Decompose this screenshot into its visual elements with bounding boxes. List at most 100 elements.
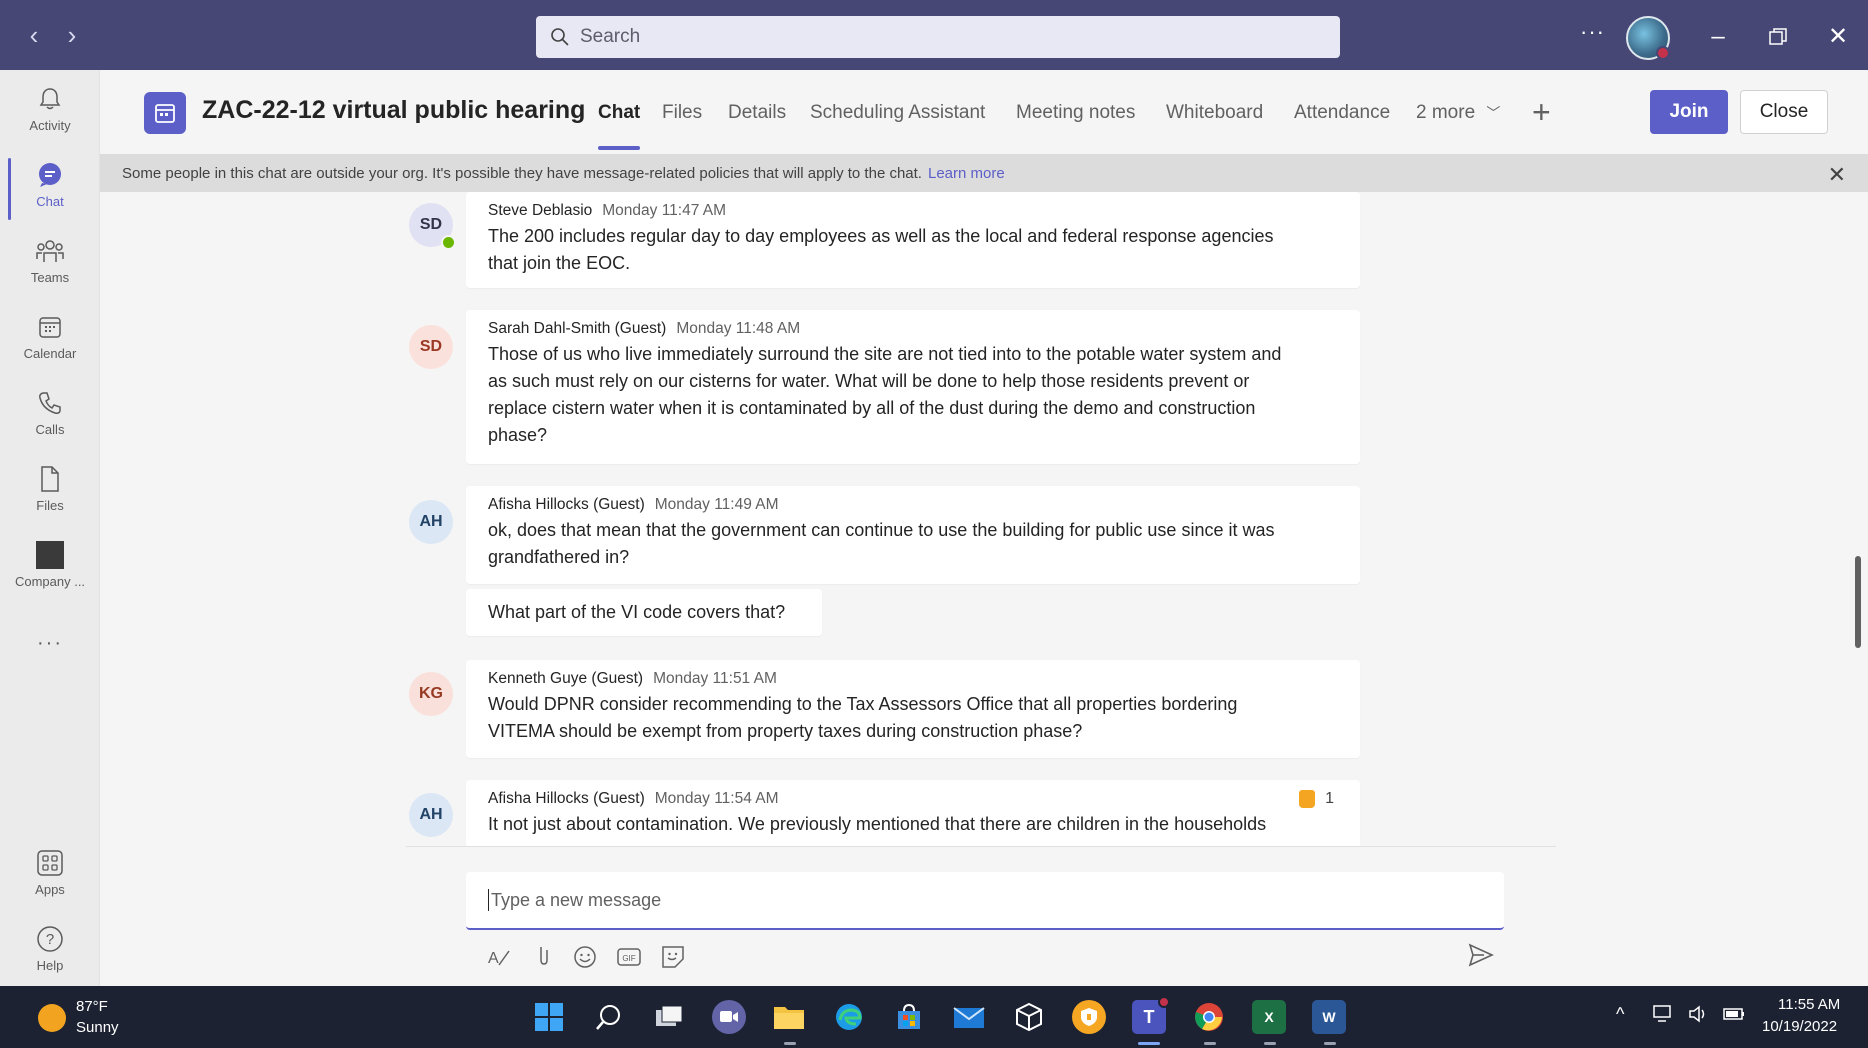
close-window-icon[interactable]: ✕ xyxy=(1820,20,1856,54)
tab-more[interactable]: 2 more ﹀ xyxy=(1416,102,1500,124)
status-dot xyxy=(1656,46,1670,60)
tab-files[interactable]: Files xyxy=(662,102,702,124)
sender-name: Afisha Hillocks (Guest) xyxy=(488,790,645,807)
avatar[interactable]: KG xyxy=(409,672,453,716)
message[interactable]: Afisha Hillocks (Guest) Monday 11:49 AM o… xyxy=(466,486,1360,584)
search-icon xyxy=(551,28,569,46)
meeting-calendar-icon xyxy=(144,92,186,134)
volume-icon[interactable] xyxy=(1688,1004,1710,1029)
store-icon[interactable] xyxy=(892,1000,926,1034)
tab-meeting-notes[interactable]: Meeting notes xyxy=(1016,102,1135,124)
add-tab-plus-icon[interactable]: + xyxy=(1532,94,1551,131)
rail-item-help[interactable]: ? Help xyxy=(0,914,100,984)
back-arrow-icon[interactable]: ‹ xyxy=(22,22,46,52)
emoji-icon[interactable] xyxy=(570,942,600,972)
rail-more-apps[interactable]: ··· xyxy=(0,620,100,656)
svg-text:GIF: GIF xyxy=(622,954,635,963)
tab-scheduling-assistant[interactable]: Scheduling Assistant xyxy=(810,102,985,124)
sticker-icon[interactable] xyxy=(658,942,688,972)
search-input[interactable]: Search xyxy=(536,16,1340,58)
package-app-icon[interactable] xyxy=(1012,1000,1046,1034)
rail-item-files[interactable]: Files xyxy=(0,454,100,524)
running-indicator xyxy=(784,1042,796,1045)
message[interactable]: Steve Deblasio Monday 11:47 AM The 200 in… xyxy=(466,192,1360,288)
tray-chevron-up-icon[interactable]: ^ xyxy=(1616,1004,1624,1025)
word-icon[interactable]: W xyxy=(1312,1000,1346,1034)
rail-item-calls[interactable]: Calls xyxy=(0,378,100,448)
file-explorer-icon[interactable] xyxy=(772,1000,806,1034)
rail-item-company[interactable]: Company ... xyxy=(0,530,100,600)
format-icon[interactable]: A xyxy=(484,942,514,972)
dismiss-banner-icon[interactable]: ✕ xyxy=(1828,162,1846,188)
rail-item-activity[interactable]: Activity xyxy=(0,74,100,144)
weather-temp[interactable]: 87°F xyxy=(76,998,108,1015)
edge-icon[interactable] xyxy=(832,1000,866,1034)
scrollbar[interactable] xyxy=(1855,556,1861,648)
message-time: Monday 11:48 AM xyxy=(676,320,801,337)
chat-header: ZAC-22-12 virtual public hearing Chat Fi… xyxy=(100,70,1868,154)
join-button[interactable]: Join xyxy=(1650,90,1728,134)
tab-whiteboard[interactable]: Whiteboard xyxy=(1166,102,1263,124)
rail-item-chat[interactable]: Chat xyxy=(0,150,100,220)
sender-name: Kenneth Guye (Guest) xyxy=(488,670,644,687)
rail-label: Activity xyxy=(29,118,71,133)
reaction[interactable]: 1 xyxy=(1298,790,1334,808)
restore-icon[interactable] xyxy=(1760,20,1796,54)
clock-date[interactable]: 10/19/2022 xyxy=(1762,1018,1837,1035)
send-icon[interactable] xyxy=(1466,940,1498,972)
mail-icon[interactable] xyxy=(952,1000,986,1034)
avatar[interactable]: SD xyxy=(409,325,453,369)
more-options-icon[interactable]: ··· xyxy=(1580,19,1605,45)
learn-more-link[interactable]: Learn more xyxy=(928,165,1005,182)
clock-time[interactable]: 11:55 AM xyxy=(1778,996,1840,1013)
network-icon[interactable] xyxy=(1652,1004,1674,1029)
message[interactable]: Kenneth Guye (Guest) Monday 11:51 AM Woul… xyxy=(466,660,1360,758)
chrome-icon[interactable] xyxy=(1192,1000,1226,1034)
weather-desc[interactable]: Sunny xyxy=(76,1019,119,1036)
message-followup[interactable]: What part of the VI code covers that? xyxy=(466,589,822,636)
rail-label: Calls xyxy=(35,422,65,437)
taskbar-search-icon[interactable] xyxy=(592,1000,626,1034)
avatar[interactable]: SD xyxy=(409,203,456,250)
forward-arrow-icon[interactable]: › xyxy=(60,22,84,52)
vpn-shield-icon[interactable] xyxy=(1072,1000,1106,1034)
notification-dot xyxy=(1158,996,1170,1008)
sender-name: Steve Deblasio xyxy=(488,202,593,219)
chevron-down-icon: ﹀ xyxy=(1486,105,1501,121)
weather-sun-icon[interactable] xyxy=(38,1004,66,1032)
teams-taskbar-icon[interactable]: T xyxy=(1132,996,1170,1034)
message[interactable]: Sarah Dahl-Smith (Guest) Monday 11:48 AM … xyxy=(466,310,1360,464)
windows-start-icon[interactable] xyxy=(532,1000,566,1034)
close-button[interactable]: Close xyxy=(1740,90,1828,134)
rail-item-calendar[interactable]: Calendar xyxy=(0,302,100,372)
message-line: The 200 includes regular day to day empl… xyxy=(488,226,1274,246)
teams-chat-taskbar-icon[interactable] xyxy=(712,1000,746,1034)
user-avatar[interactable] xyxy=(1626,16,1670,60)
excel-icon[interactable]: X xyxy=(1252,1000,1286,1034)
message-compose-box[interactable]: Type a new message xyxy=(466,872,1504,930)
running-indicator xyxy=(1204,1042,1216,1045)
chat-icon xyxy=(35,160,65,190)
thumbs-up-icon xyxy=(1298,790,1315,808)
tab-chat[interactable]: Chat xyxy=(598,102,640,124)
battery-icon[interactable] xyxy=(1722,1004,1746,1029)
rail-item-teams[interactable]: Teams xyxy=(0,226,100,296)
rail-label: Chat xyxy=(36,194,64,209)
message-line: as such must rely on our cisterns for wa… xyxy=(488,371,1250,391)
task-view-icon[interactable] xyxy=(652,1000,686,1034)
avatar[interactable]: AH xyxy=(409,500,453,544)
rail-item-apps[interactable]: Apps xyxy=(0,838,100,908)
message[interactable]: Afisha Hillocks (Guest) Monday 11:54 AM I… xyxy=(466,780,1360,846)
divider xyxy=(406,846,1556,847)
running-indicator xyxy=(1264,1042,1276,1045)
gif-icon[interactable]: GIF xyxy=(614,942,644,972)
sender-name: Afisha Hillocks (Guest) xyxy=(488,496,645,513)
help-icon: ? xyxy=(35,924,65,954)
avatar[interactable]: AH xyxy=(409,793,453,837)
attach-icon[interactable] xyxy=(528,942,558,972)
minimize-icon[interactable]: – xyxy=(1700,20,1736,54)
avatar-initials: SD xyxy=(419,216,443,233)
tab-details[interactable]: Details xyxy=(728,102,786,124)
apps-icon xyxy=(35,848,65,878)
tab-attendance[interactable]: Attendance xyxy=(1294,102,1390,124)
